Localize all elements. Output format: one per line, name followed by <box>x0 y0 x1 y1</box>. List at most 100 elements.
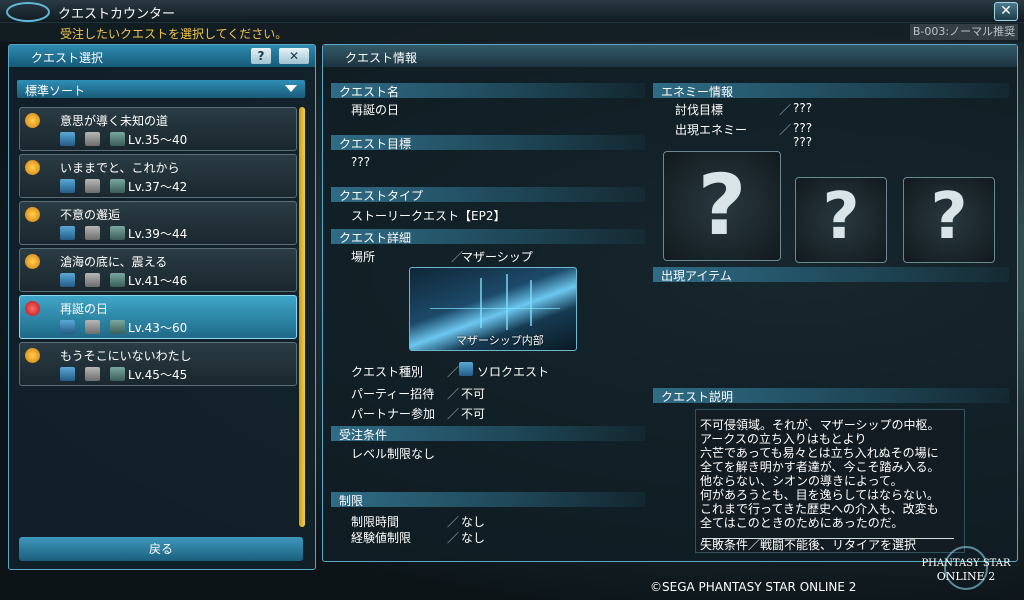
scrollbar-thumb[interactable] <box>299 107 305 527</box>
quest-item-2[interactable]: いままでと、これから Lv.37～42 <box>19 154 297 198</box>
window-titlebar: クエストカウンター ✕ <box>0 0 1024 23</box>
party-icon <box>110 273 125 287</box>
party-icon <box>110 320 125 334</box>
quest-select-panel: クエスト選択 ? ✕ 標準ソート 意思が導く未知の道 Lv.35～40 いままで… <box>8 44 316 570</box>
question-mark-icon: ? <box>822 180 860 254</box>
section-enemy-info: エネミー情報 <box>653 83 1009 99</box>
slash-divider: ／ <box>779 103 792 117</box>
time-limit-label: 制限時間 <box>351 515 400 529</box>
help-button[interactable]: ? <box>251 48 271 64</box>
crown-icon <box>25 207 40 222</box>
ship-icon <box>60 179 75 193</box>
solo-icon <box>459 362 473 376</box>
map-thumbnail: マザーシップ内部 <box>409 267 577 351</box>
target-value: ??? <box>793 101 813 115</box>
crown-icon <box>25 348 40 363</box>
window-close-button[interactable]: ✕ <box>994 2 1018 21</box>
quest-name: いままでと、これから <box>60 161 180 175</box>
ship-icon <box>60 367 75 381</box>
slash-divider: ／ <box>447 365 460 379</box>
kind-label: クエスト種別 <box>351 365 424 379</box>
section-label: クエストタイプ <box>339 189 424 203</box>
crown-icon <box>25 254 40 269</box>
scrollbar[interactable] <box>299 107 305 527</box>
slash-divider: ／ <box>447 407 460 421</box>
quest-name: 再誕の日 <box>60 302 109 316</box>
quest-level: Lv.39～44 <box>128 227 188 241</box>
enemy-slot-main[interactable]: ? <box>663 151 781 261</box>
hourglass-icon <box>85 226 100 240</box>
quest-info-title: クエスト情報 <box>345 51 418 65</box>
hourglass-icon <box>85 273 100 287</box>
question-mark-icon: ? <box>930 180 968 254</box>
quest-item-5-selected[interactable]: 再誕の日 Lv.43～60 <box>19 295 297 339</box>
section-label: クエスト説明 <box>661 390 734 404</box>
section-label: クエスト目標 <box>339 137 412 151</box>
kind-value: ソロクエスト <box>477 365 550 379</box>
target-label: 討伐目標 <box>675 103 724 117</box>
section-quest-goal: クエスト目標 <box>331 135 645 151</box>
map-structure <box>430 308 560 309</box>
section-conditions: 受注条件 <box>331 426 645 442</box>
crown-icon <box>25 113 40 128</box>
quest-name: 意思が導く未知の道 <box>60 114 169 128</box>
panel-close-button[interactable]: ✕ <box>279 48 309 64</box>
map-structure <box>480 278 482 328</box>
quest-item-3[interactable]: 不意の邂逅 Lv.39～44 <box>19 201 297 245</box>
quest-item-6[interactable]: もうそこにいないわたし Lv.45～45 <box>19 342 297 386</box>
instruction-bar: 受注したいクエストを選択してください。 B-003:ノーマル推奨 <box>0 22 1024 42</box>
ship-icon <box>60 132 75 146</box>
slash-divider: ／ <box>447 531 460 545</box>
copyright: ©SEGA PHANTASY STAR ONLINE 2 <box>650 580 857 594</box>
map-caption: マザーシップ内部 <box>456 334 544 347</box>
party-icon <box>110 226 125 240</box>
quest-info-panel: クエスト情報 クエスト名 再誕の日 クエスト目標 ??? クエストタイプ ストー… <box>322 44 1018 562</box>
section-quest-type: クエストタイプ <box>331 187 645 203</box>
map-structure <box>506 274 508 330</box>
section-label: エネミー情報 <box>661 85 734 99</box>
appear-enemy-label: 出現エネミー <box>675 123 748 137</box>
hourglass-icon <box>85 132 100 146</box>
party-label: パーティー招待 <box>351 387 435 401</box>
partner-label: パートナー参加 <box>351 407 436 421</box>
enemy-slot-2[interactable]: ? <box>795 177 887 263</box>
place-label: 場所 <box>351 250 376 264</box>
quest-name: 滄海の底に、震える <box>60 255 168 269</box>
question-mark-icon: ? <box>697 156 747 254</box>
party-value: 不可 <box>461 387 486 401</box>
quest-goal-value: ??? <box>351 155 371 169</box>
logo-line-1: PHANTASY STAR <box>921 558 1011 569</box>
section-label: クエスト名 <box>339 85 400 99</box>
emblem-icon <box>6 2 50 22</box>
enemy-slot-3[interactable]: ? <box>903 177 995 263</box>
quest-type-value: ストーリークエスト【EP2】 <box>351 209 506 223</box>
hourglass-icon <box>85 320 100 334</box>
time-limit-value: なし <box>461 515 486 529</box>
back-button[interactable]: 戻る <box>19 537 303 561</box>
quest-name: もうそこにいないわたし <box>60 349 192 363</box>
sort-dropdown[interactable]: 標準ソート <box>17 80 305 98</box>
fail-condition: 失敗条件／戦闘不能後、リタイアを選択 <box>700 538 917 552</box>
appear-enemy-value-2: ??? <box>793 135 813 149</box>
quest-name: 不意の邂逅 <box>60 208 121 222</box>
section-label: 出現アイテム <box>661 269 732 283</box>
section-quest-detail: クエスト詳細 <box>331 229 645 245</box>
quest-select-title: クエスト選択 <box>31 51 104 65</box>
quest-level: Lv.41～46 <box>128 274 188 288</box>
hourglass-icon <box>85 367 100 381</box>
appear-enemy-value-1: ??? <box>793 121 813 135</box>
desc-line: 全てはこのときのためにあったのだ。 <box>700 516 904 530</box>
quest-level: Lv.43～60 <box>128 321 188 335</box>
section-limits: 制限 <box>331 492 645 508</box>
quest-item-1[interactable]: 意思が導く未知の道 Lv.35～40 <box>19 107 297 151</box>
slash-divider: ／ <box>447 387 460 401</box>
quest-item-4[interactable]: 滄海の底に、震える Lv.41～46 <box>19 248 297 292</box>
chevron-down-icon <box>285 85 297 92</box>
ship-icon <box>60 320 75 334</box>
party-icon <box>110 367 125 381</box>
block-tag: B-003:ノーマル推奨 <box>910 24 1018 40</box>
window-title: クエストカウンター <box>58 7 176 22</box>
exp-limit-label: 経験値制限 <box>351 531 412 545</box>
exp-limit-value: なし <box>461 531 486 545</box>
instruction-text: 受注したいクエストを選択してください。 <box>60 27 288 41</box>
